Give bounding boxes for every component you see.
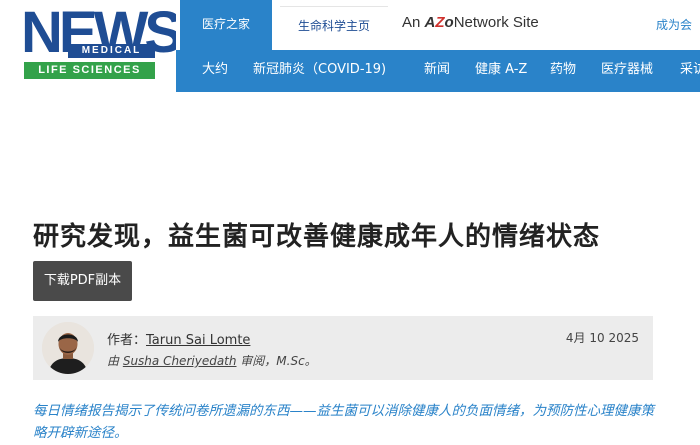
reviewer-line: 由 Susha Cheriyedath 审阅，M.Sc。: [107, 352, 317, 369]
nav-item-covid[interactable]: 新冠肺炎（COVID-19): [253, 50, 386, 92]
nav-item-news[interactable]: 新闻: [424, 50, 450, 92]
author-label: 作者：: [107, 333, 147, 348]
review-prefix: 由: [107, 354, 123, 368]
nav-item-about[interactable]: 大约: [202, 50, 228, 92]
azo-network-label[interactable]: An AZoNetwork Site: [402, 14, 539, 31]
article-lead: 每日情绪报告揭示了传统问卷所遗漏的东西——益生菌可以消除健康人的负面情绪，为预防…: [33, 403, 654, 441]
nav-item-interviews[interactable]: 采访: [680, 50, 700, 92]
logo-life-sciences-text: LIFE SCIENCES: [24, 62, 155, 79]
become-member-link[interactable]: 成为会: [656, 16, 692, 33]
site-header: NEWS MEDICAL LIFE SCIENCES 医疗之家 生命科学主页 A…: [0, 0, 700, 92]
main-nav: 大约 新冠肺炎（COVID-19) 新闻 健康 A-Z 药物 医疗器械 采访: [176, 50, 700, 92]
author-avatar[interactable]: [42, 322, 94, 374]
azo-prefix: An: [402, 14, 425, 31]
publish-date: 4月 10 2025: [565, 331, 639, 345]
review-suffix: 审阅，M.Sc。: [236, 354, 317, 368]
author-box: 作者：Tarun Sai Lomte 由 Susha Cheriyedath 审…: [33, 316, 653, 380]
logo-medical-text: MEDICAL: [68, 44, 155, 58]
reviewer-name-link[interactable]: Susha Cheriyedath: [123, 354, 237, 368]
nav-item-medical-devices[interactable]: 医疗器械: [601, 50, 653, 92]
top-bar: 医疗之家 生命科学主页 An AZoNetwork Site 成为会: [176, 0, 700, 50]
author-line: 作者：Tarun Sai Lomte: [107, 329, 250, 348]
article-headline: 研究发现，益生菌可改善健康成年人的情绪状态: [33, 222, 601, 252]
download-pdf-button[interactable]: 下载PDF副本: [33, 261, 132, 301]
tab-medical-home[interactable]: 医疗之家: [180, 0, 272, 50]
nav-item-health-az[interactable]: 健康 A-Z: [475, 50, 527, 92]
tab-life-sciences-home[interactable]: 生命科学主页: [280, 6, 388, 50]
site-logo[interactable]: NEWS MEDICAL LIFE SCIENCES: [0, 0, 183, 92]
azo-suffix: Network Site: [453, 14, 539, 31]
author-name-link[interactable]: Tarun Sai Lomte: [146, 333, 250, 348]
nav-item-drugs[interactable]: 药物: [550, 50, 576, 92]
azo-logo-mark: AZo: [424, 14, 454, 31]
